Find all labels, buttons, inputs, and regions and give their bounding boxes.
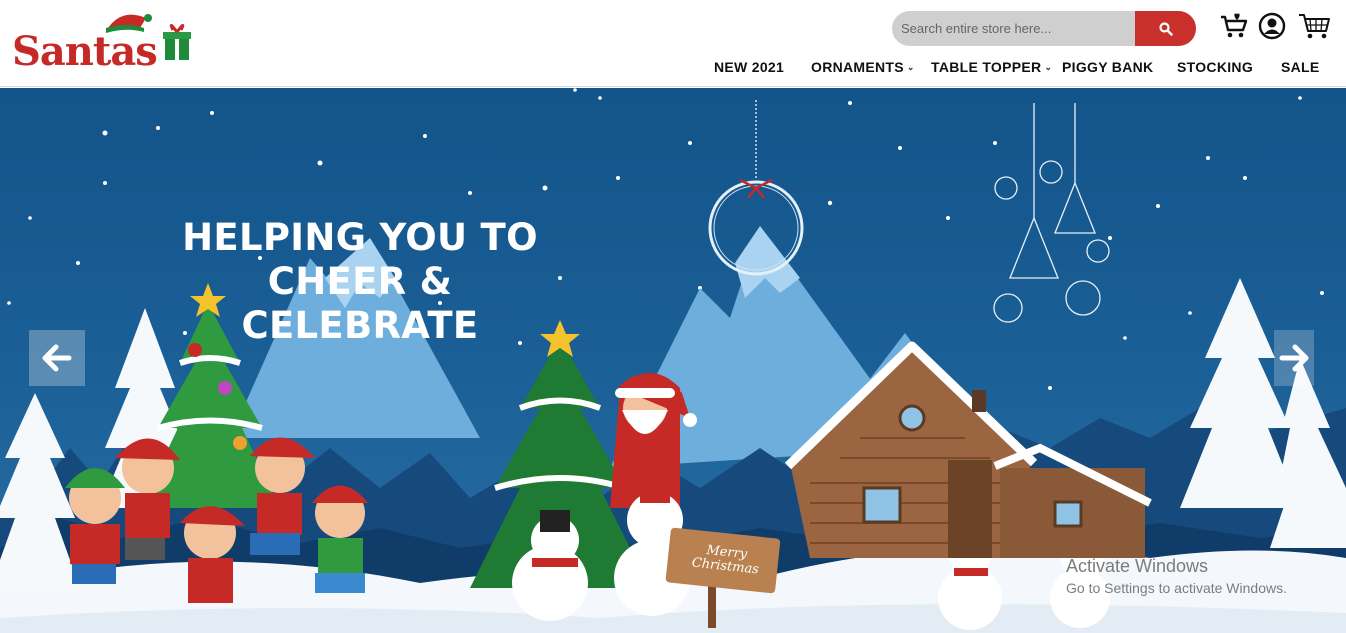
nav-item-piggy-bank[interactable]: PIGGY BANK	[1062, 59, 1153, 75]
nav-item-new-2021[interactable]: NEW 2021	[714, 59, 784, 75]
nav-item-label: ORNAMENTS	[811, 59, 904, 75]
hero-headline-line1: HELPING YOU TO	[182, 216, 538, 259]
chevron-down-icon: ⌄	[906, 61, 915, 72]
watermark-subtitle: Go to Settings to activate Windows.	[1066, 580, 1287, 596]
carousel-prev-button[interactable]	[29, 330, 85, 386]
search-input[interactable]	[892, 11, 1135, 46]
nav-item-table-topper[interactable]: TABLE TOPPER ⌄	[931, 59, 1052, 75]
main-nav: NEW 2021 ORNAMENTS ⌄ TABLE TOPPER ⌄ PIGG…	[0, 59, 1346, 77]
watermark-title: Activate Windows	[1066, 556, 1209, 576]
hero-headline-line2: CHEER & CELEBRATE	[241, 260, 479, 347]
hero-headline: HELPING YOU TO CHEER & CELEBRATE	[150, 216, 570, 348]
arrow-right-icon	[1279, 344, 1309, 372]
nav-item-label: PIGGY BANK	[1062, 59, 1154, 75]
search-button[interactable]	[1135, 11, 1196, 46]
nav-item-sale[interactable]: SALE	[1281, 59, 1320, 75]
carousel-next-button[interactable]	[1274, 330, 1314, 386]
cart-icon	[1299, 14, 1330, 39]
nav-item-stocking[interactable]: STOCKING	[1177, 59, 1253, 75]
account-icon	[1258, 12, 1286, 40]
nav-item-label: SALE	[1281, 59, 1320, 75]
nav-item-label: NEW 2021	[714, 59, 785, 75]
christmas-scene-illustration	[0, 88, 1346, 633]
chevron-down-icon: ⌄	[1044, 61, 1053, 72]
cart-button[interactable]	[1296, 10, 1332, 42]
nav-item-label: STOCKING	[1177, 59, 1254, 75]
site-header: Santas Search entire store here... NEW 2…	[0, 0, 1346, 87]
windows-activation-watermark: Activate Windows Go to Settings to activ…	[1066, 556, 1287, 596]
search-icon	[1158, 21, 1173, 36]
wishlist-cart-button[interactable]	[1218, 10, 1250, 42]
search-bar	[892, 11, 1196, 46]
nav-item-label: TABLE TOPPER	[931, 59, 1042, 75]
account-button[interactable]	[1256, 10, 1288, 42]
cart-heart-icon	[1221, 13, 1248, 38]
hanging-snowflakes	[993, 103, 1110, 323]
hero-banner[interactable]: HELPING YOU TO CHEER & CELEBRATE Merry C…	[0, 88, 1346, 633]
nav-item-ornaments[interactable]: ORNAMENTS ⌄	[811, 59, 915, 75]
arrow-left-icon	[42, 344, 72, 372]
